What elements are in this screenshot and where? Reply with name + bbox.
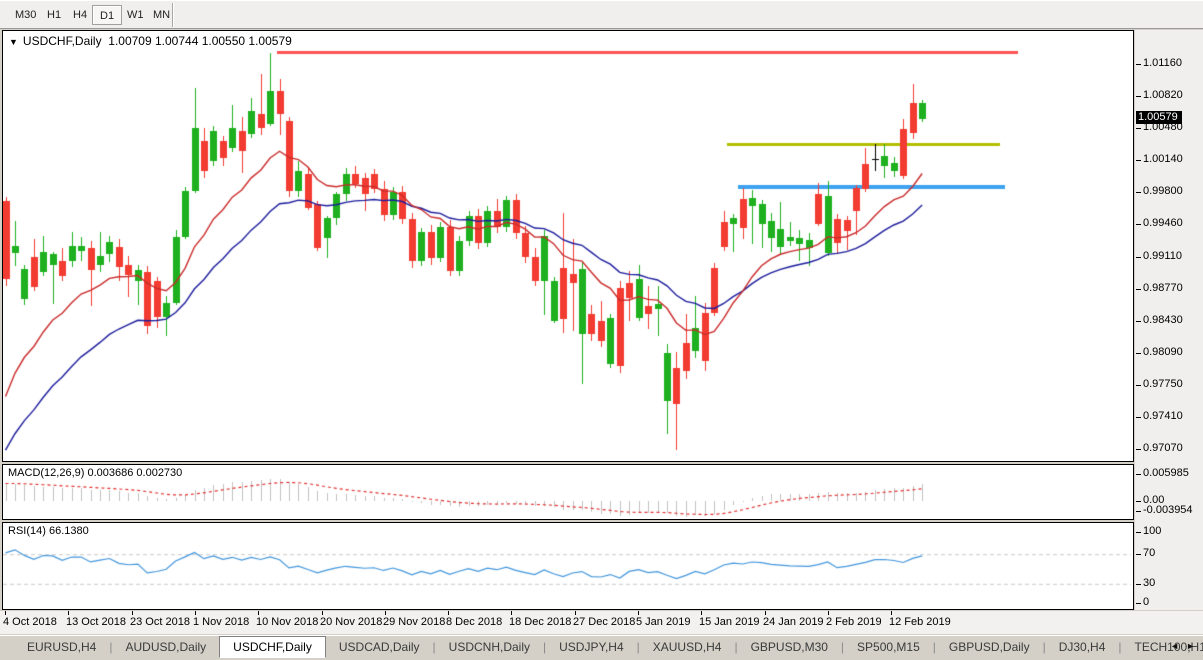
- date-axis-label: 12 Feb 2019: [889, 616, 951, 628]
- date-axis-label: 23 Oct 2018: [130, 616, 190, 628]
- date-axis-tick: [448, 611, 449, 615]
- date-axis-label: 10 Nov 2018: [256, 616, 319, 628]
- tf-button-h4[interactable]: H4: [66, 5, 94, 25]
- chart-symbol: USDCHF,Daily: [22, 34, 102, 48]
- chart-ohlc-values: 1.00709 1.00744 1.00550 1.00579: [108, 34, 292, 48]
- price-axis-label: 1.00480: [1136, 121, 1183, 133]
- date-axis-tick: [385, 611, 386, 615]
- symbol-tab-gbpusd[interactable]: GBPUSD,Daily: [936, 637, 1043, 659]
- tab-scroll-right-icon[interactable]: ►: [1186, 641, 1195, 651]
- price-axis-label: 0.98090: [1136, 346, 1183, 358]
- date-axis-label: 5 Jan 2019: [636, 616, 691, 628]
- main-chart-canvas[interactable]: [3, 31, 1133, 461]
- macd-label: MACD(12,26,9) 0.003686 0.002730: [8, 467, 183, 479]
- chart-tab-bar: EURUSD,H4 | AUDUSD,Daily USDCHF,Daily USDCAD…: [0, 635, 1203, 659]
- date-axis-tick: [575, 611, 576, 615]
- timeframe-toolbar: M30 H1 H4 D1 W1 MN: [0, 1, 1203, 29]
- tf-button-m30[interactable]: M30: [8, 5, 43, 25]
- price-axis-label: 0.97750: [1136, 378, 1183, 390]
- price-axis-label: 0.99800: [1136, 185, 1183, 197]
- price-axis[interactable]: 1.00579 1.01160 1.00820 1.00480 1.00140 0.99…: [1135, 30, 1203, 610]
- date-axis-label: 27 Dec 2018: [573, 616, 636, 628]
- tf-button-d1[interactable]: D1: [92, 5, 123, 25]
- date-axis-tick: [828, 611, 829, 615]
- rsi-axis-label: 30: [1135, 576, 1156, 589]
- price-axis-label: 1.01160: [1136, 57, 1182, 69]
- price-axis-label: 1.00140: [1136, 153, 1183, 165]
- date-axis-tick: [891, 611, 892, 615]
- tab-scroll-left-icon[interactable]: ◄: [1170, 641, 1179, 651]
- rsi-axis-label: 100: [1135, 525, 1162, 537]
- rsi-label: RSI(14) 66.1380: [8, 525, 89, 537]
- rsi-axis-label: 0: [1135, 596, 1150, 608]
- date-axis-tick: [638, 611, 639, 615]
- symbol-tab-usdjpy[interactable]: USDJPY,H4: [546, 637, 636, 659]
- date-axis-label: 13 Oct 2018: [66, 616, 126, 628]
- date-axis-label: 15 Jan 2019: [699, 616, 760, 628]
- date-axis-tick: [765, 611, 766, 615]
- date-axis-tick: [511, 611, 512, 615]
- symbol-tab-usdchf[interactable]: USDCHF,Daily: [219, 636, 326, 658]
- price-axis-label: 0.99110: [1136, 250, 1182, 262]
- date-axis-tick: [195, 611, 196, 615]
- date-axis-label: 20 Nov 2018: [320, 616, 383, 628]
- symbol-tab-usdcnh[interactable]: USDCNH,Daily: [436, 637, 543, 659]
- date-axis-label: 1 Nov 2018: [193, 616, 250, 628]
- date-axis-tick: [701, 611, 702, 615]
- date-axis-label: 18 Dec 2018: [509, 616, 572, 628]
- macd-axis-label: 0.005985: [1136, 467, 1189, 480]
- price-axis-label: 1.00820: [1136, 89, 1183, 101]
- date-axis-label: 4 Oct 2018: [3, 616, 57, 628]
- symbol-tab-dj30[interactable]: DJ30,H4: [1046, 637, 1119, 659]
- symbol-tab-xauusd[interactable]: XAUUSD,H4: [640, 637, 735, 659]
- symbol-tab-audusd[interactable]: AUDUSD,Daily: [112, 637, 219, 659]
- tf-button-h1[interactable]: H1: [40, 5, 68, 25]
- date-axis-tick: [258, 611, 259, 615]
- symbol-tab-usdcad[interactable]: USDCAD,Daily: [326, 637, 433, 659]
- rsi-axis-label: 70: [1135, 547, 1156, 560]
- date-axis-tick: [132, 611, 133, 615]
- rsi-panel: RSI(14) 66.1380: [2, 522, 1134, 610]
- price-axis-label: 0.98770: [1136, 282, 1183, 294]
- price-axis-label: 0.97070: [1136, 442, 1183, 454]
- date-axis-label: 24 Jan 2019: [763, 616, 824, 628]
- price-axis-label: 0.98430: [1136, 314, 1183, 326]
- chart-title: ▼ USDCHF,Daily 1.00709 1.00744 1.00550 1.…: [9, 34, 292, 48]
- date-axis-tick: [68, 611, 69, 615]
- symbol-tab-eurusd[interactable]: EURUSD,H4: [14, 637, 109, 659]
- rsi-canvas[interactable]: [3, 523, 1133, 609]
- macd-panel: MACD(12,26,9) 0.003686 0.002730: [2, 464, 1134, 520]
- date-axis-tick: [5, 611, 6, 615]
- date-axis-tick: [322, 611, 323, 615]
- macd-axis-label: -0.003954: [1136, 504, 1193, 516]
- date-axis-label: 2 Feb 2019: [826, 616, 882, 628]
- symbol-tab-gbpusd[interactable]: GBPUSD,M30: [738, 637, 841, 659]
- price-axis-label: 0.99460: [1136, 217, 1183, 229]
- main-chart-panel: ▼ USDCHF,Daily 1.00709 1.00744 1.00550 1.…: [2, 30, 1134, 462]
- date-axis[interactable]: 4 Oct 2018 13 Oct 2018 23 Oct 2018 1 Nov 20…: [0, 611, 1203, 634]
- toolbar-separator: [172, 3, 174, 27]
- symbol-tab-sp500[interactable]: SP500,M15: [844, 637, 933, 659]
- price-axis-label: 0.97410: [1136, 410, 1183, 422]
- date-axis-label: 29 Nov 2018: [383, 616, 446, 628]
- symbol-dropdown-icon[interactable]: ▼: [9, 37, 18, 47]
- mt4-window: M30 H1 H4 D1 W1 MN ▼ USDCHF,Daily 1.00709…: [0, 0, 1203, 660]
- date-axis-label: 8 Dec 2018: [446, 616, 503, 628]
